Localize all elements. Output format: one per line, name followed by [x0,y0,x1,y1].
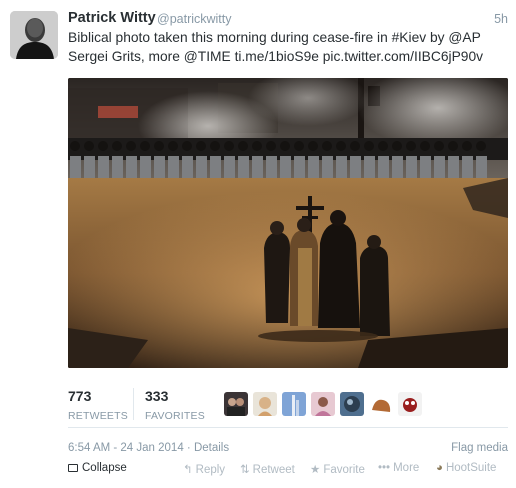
tweet: Patrick Witty @patrickwitty 5h Biblical … [0,0,516,488]
hootsuite-owl-icon: ◕ [436,462,443,474]
details-link[interactable]: Details [194,442,229,454]
star-icon: ★ [310,464,321,476]
hootsuite-button[interactable]: ◕ HootSuite [436,462,496,474]
more-label: More [393,462,420,474]
tweet-photo[interactable] [68,78,508,368]
favorites-label: FAVORITES [145,410,205,422]
tweet-timestamp-line: 6:54 AM - 24 Jan 2014 · Details [68,442,229,454]
more-dots-icon: ••• [378,462,391,474]
collapse-label: Collapse [82,462,127,474]
favoriter-avatar[interactable] [224,392,248,416]
author-name[interactable]: Patrick Witty [68,10,156,26]
favorite-button[interactable]: ★ Favorite [310,462,365,476]
retweet-button[interactable]: ⇅ Retweet [240,462,295,476]
reply-label: Reply [195,464,226,476]
favorite-label: Favorite [323,464,365,476]
flag-media-link[interactable]: Flag media [451,442,508,454]
reply-icon: ↰ [183,464,193,476]
tweet-header: Patrick Witty @patrickwitty 5h [68,10,508,30]
hootsuite-label: HootSuite [445,462,497,474]
reply-button[interactable]: ↰ Reply [183,462,225,476]
favoriter-avatar[interactable] [311,392,335,416]
tweet-stats: 773 RETWEETS 333 FAVORITES [68,382,508,428]
meta-separator: · [183,442,194,454]
avatar[interactable] [10,11,58,59]
photo-image [68,78,508,368]
favoriter-avatar[interactable] [340,392,364,416]
favorites-stat[interactable]: 333 FAVORITES [145,388,205,422]
tweet-age[interactable]: 5h [494,12,508,26]
favoriter-avatar[interactable] [369,392,393,416]
retweets-stat[interactable]: 773 RETWEETS [68,388,128,422]
favoriter-avatar[interactable] [282,392,306,416]
tweet-text-line-1: Biblical photo taken this morning during… [68,30,481,45]
retweets-count: 773 [68,388,92,404]
favorites-count: 333 [145,388,169,404]
tweet-timestamp[interactable]: 6:54 AM - 24 Jan 2014 [68,442,184,454]
avatar-image [10,11,58,59]
more-button[interactable]: ••• More [378,462,419,474]
tweet-text: Biblical photo taken this morning during… [68,29,508,66]
retweets-label: RETWEETS [68,410,128,422]
retweet-label: Retweet [252,464,295,476]
tweet-text-line-2: Sergei Grits, more @TIME ti.me/1bioS9e p… [68,48,484,64]
favoriter-avatar[interactable] [253,392,277,416]
author-username[interactable]: @patrickwitty [157,12,232,26]
retweet-icon: ⇅ [240,464,250,476]
tweet-actions: Collapse ↰ Reply ⇅ Retweet ★ Favorite ••• Mo… [68,462,508,480]
stats-divider [133,388,134,420]
favoriter-avatar[interactable] [398,392,422,416]
collapse-button[interactable]: Collapse [68,462,127,474]
collapse-icon [68,464,78,472]
tweet-meta: 6:54 AM - 24 Jan 2014 · Details Flag med… [68,442,508,458]
